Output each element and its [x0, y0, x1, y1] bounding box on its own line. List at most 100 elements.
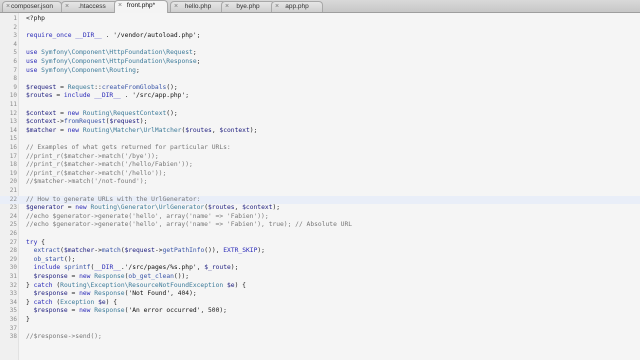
code-token: -> [56, 118, 64, 126]
code-line[interactable]: 20 //$matcher->match('/not-found'); [0, 178, 640, 187]
code-line[interactable]: 8 [0, 75, 640, 84]
code-line[interactable]: 26 [0, 230, 640, 239]
code-line[interactable]: 21 [0, 187, 640, 196]
close-tab-icon[interactable]: × [118, 1, 122, 11]
code-text: $routes = include __DIR__ . '/src/app.ph… [26, 92, 189, 101]
code-token: $context [26, 109, 57, 117]
tab-label: composer.json [11, 3, 53, 10]
tab-front-php[interactable]: × front.php* [114, 0, 168, 13]
line-number: 36 [9, 316, 17, 323]
code-line[interactable]: 13 $context->fromRequest($request); [0, 118, 640, 127]
close-tab-icon[interactable]: × [6, 2, 10, 12]
line-number: 14 [9, 126, 17, 134]
code-line[interactable]: 3 require_once __DIR__ . '/vendor/autoloa… [0, 32, 640, 41]
line-number: 1 [13, 15, 17, 22]
tab-composer-json[interactable]: × composer.json [2, 1, 62, 12]
code-line[interactable]: 11 [0, 101, 640, 110]
close-tab-icon[interactable]: × [65, 2, 69, 12]
tab-app-php[interactable]: × app.php [271, 1, 323, 12]
line-number: 25 [9, 221, 17, 229]
code-token: // How to generate URLs with the UrlGene… [26, 195, 201, 203]
code-line[interactable]: 16 // Examples of what gets returned for … [0, 144, 640, 153]
code-token: '/vendor/autoload.php' [113, 32, 197, 40]
code-line[interactable]: 34} catch (Exception $e) { [0, 299, 640, 308]
code-line[interactable]: 33 $response = new Response('Not Found',… [0, 290, 640, 299]
code-line[interactable]: 30 include sprintf(__DIR__.'/src/pages/%… [0, 264, 640, 273]
line-number: 11 [9, 101, 17, 108]
tab-bar: × composer.json × .htaccess × front.php* × hell… [0, 0, 640, 13]
code-line[interactable]: 7 use Symfony\Component\Routing; [0, 67, 640, 76]
code-token: ; [196, 32, 201, 40]
tab-bye-php[interactable]: × bye.php [221, 1, 275, 12]
code-line[interactable]: 19 //print_r($matcher->match('/hello')); [0, 170, 640, 179]
code-line[interactable]: 5 use Symfony\Component\HttpFoundation\Re… [0, 49, 640, 58]
code-token: = [63, 204, 76, 212]
line-number: 26 [9, 230, 17, 237]
line-number: 17 [9, 152, 17, 160]
code-text: $request = Request::createFromGlobals(); [26, 84, 178, 93]
code-line[interactable]: 32} catch (Routing\Exception\ResourceNot… [0, 282, 640, 291]
code-line[interactable]: 17 //print_r($matcher->match('/bye')); [0, 153, 640, 162]
code-text: $context = new Routing\RequestContext(); [26, 110, 178, 119]
code-line[interactable]: 37 [0, 325, 640, 334]
code-line[interactable]: 27 try { [0, 239, 640, 248]
code-token: . [120, 92, 133, 100]
code-token: //echo $generator->generate('hello', arr… [26, 221, 353, 229]
code-token: ; [185, 92, 190, 100]
code-token: getPathInfo [162, 247, 205, 255]
code-text: require_once __DIR__ . '/vendor/autoload… [26, 32, 200, 41]
line-number: 5 [13, 49, 17, 57]
code-token: } [26, 281, 34, 289]
code-token: '/src/app.php' [132, 92, 186, 100]
code-line[interactable]: 23 $generator = new Routing\Generator\Url… [0, 204, 640, 213]
close-tab-icon[interactable]: × [174, 2, 178, 12]
line-number: 32 [9, 281, 17, 289]
code-line[interactable]: 29 ob_start(); [0, 256, 640, 265]
code-line[interactable]: 12 $context = new Routing\RequestContext(… [0, 110, 640, 119]
code-line[interactable]: 4 [0, 41, 640, 50]
code-token: ); [139, 118, 148, 126]
code-line[interactable]: 6 use Symfony\Component\HttpFoundation\Re… [0, 58, 640, 67]
close-tab-icon[interactable]: × [275, 2, 279, 12]
code-line[interactable]: 2 [0, 24, 640, 33]
line-number: 28 [9, 247, 17, 255]
code-line[interactable]: 22 // How to generate URLs with the UrlGe… [0, 195, 640, 205]
code-line[interactable]: 28 extract($matcher->match($request->get… [0, 247, 640, 256]
code-line[interactable]: 38 //$response->send(); [0, 333, 640, 342]
code-token: // Examples of what gets returned for pa… [26, 144, 231, 151]
close-tab-icon[interactable]: × [225, 2, 229, 12]
line-number: 10 [9, 92, 17, 100]
tab-label: bye.php [236, 3, 260, 10]
code-token: '/src/pages/%s.php' [124, 264, 197, 272]
code-token: ; [135, 66, 140, 74]
code-line[interactable]: 31 $response = new Response(ob_get_clean… [0, 273, 640, 282]
code-token: ()), [204, 247, 224, 255]
line-number: 37 [9, 324, 17, 332]
code-line[interactable]: 1 <?php [0, 15, 640, 24]
line-number: 33 [9, 290, 17, 298]
code-line[interactable]: 18 //print_r($matcher->match('/hello/Fabi… [0, 161, 640, 170]
code-token: try [26, 238, 38, 246]
code-line[interactable]: 36} [0, 316, 640, 325]
line-number: 21 [9, 187, 17, 194]
tab-hello-php[interactable]: × hello.php [170, 1, 226, 12]
code-line[interactable]: 15 [0, 135, 640, 144]
line-number: 6 [13, 58, 17, 65]
code-line[interactable]: 10 $routes = include __DIR__ . '/src/app.… [0, 92, 640, 101]
code-editor[interactable]: 1 <?php 2 3 require_once __DIR__ . '/vendor/… [0, 13, 640, 360]
code-line[interactable]: 14 $matcher = new Routing\Matcher\UrlMatc… [0, 127, 640, 136]
code-token: catch [33, 298, 53, 306]
code-line[interactable]: 24 //echo $generator->generate('hello', a… [0, 213, 640, 222]
code-text: } catch (Exception $e) { [26, 299, 117, 308]
code-token: //print_r($matcher->match('/bye')); [26, 152, 159, 160]
code-text: //print_r($matcher->match('/bye')); [26, 153, 159, 162]
code-line[interactable]: 25 //echo $generator->generate('hello', a… [0, 221, 640, 230]
code-token: //print_r($matcher->match('/hello')); [26, 169, 167, 177]
code-token: $context [219, 126, 250, 134]
code-line[interactable]: 9 $request = Request::createFromGlobals()… [0, 84, 640, 93]
code-token: EXTR_SKIP [223, 247, 258, 255]
code-token: Response [94, 290, 125, 298]
code-line[interactable]: 35 $response = new Response('An error oc… [0, 307, 640, 316]
